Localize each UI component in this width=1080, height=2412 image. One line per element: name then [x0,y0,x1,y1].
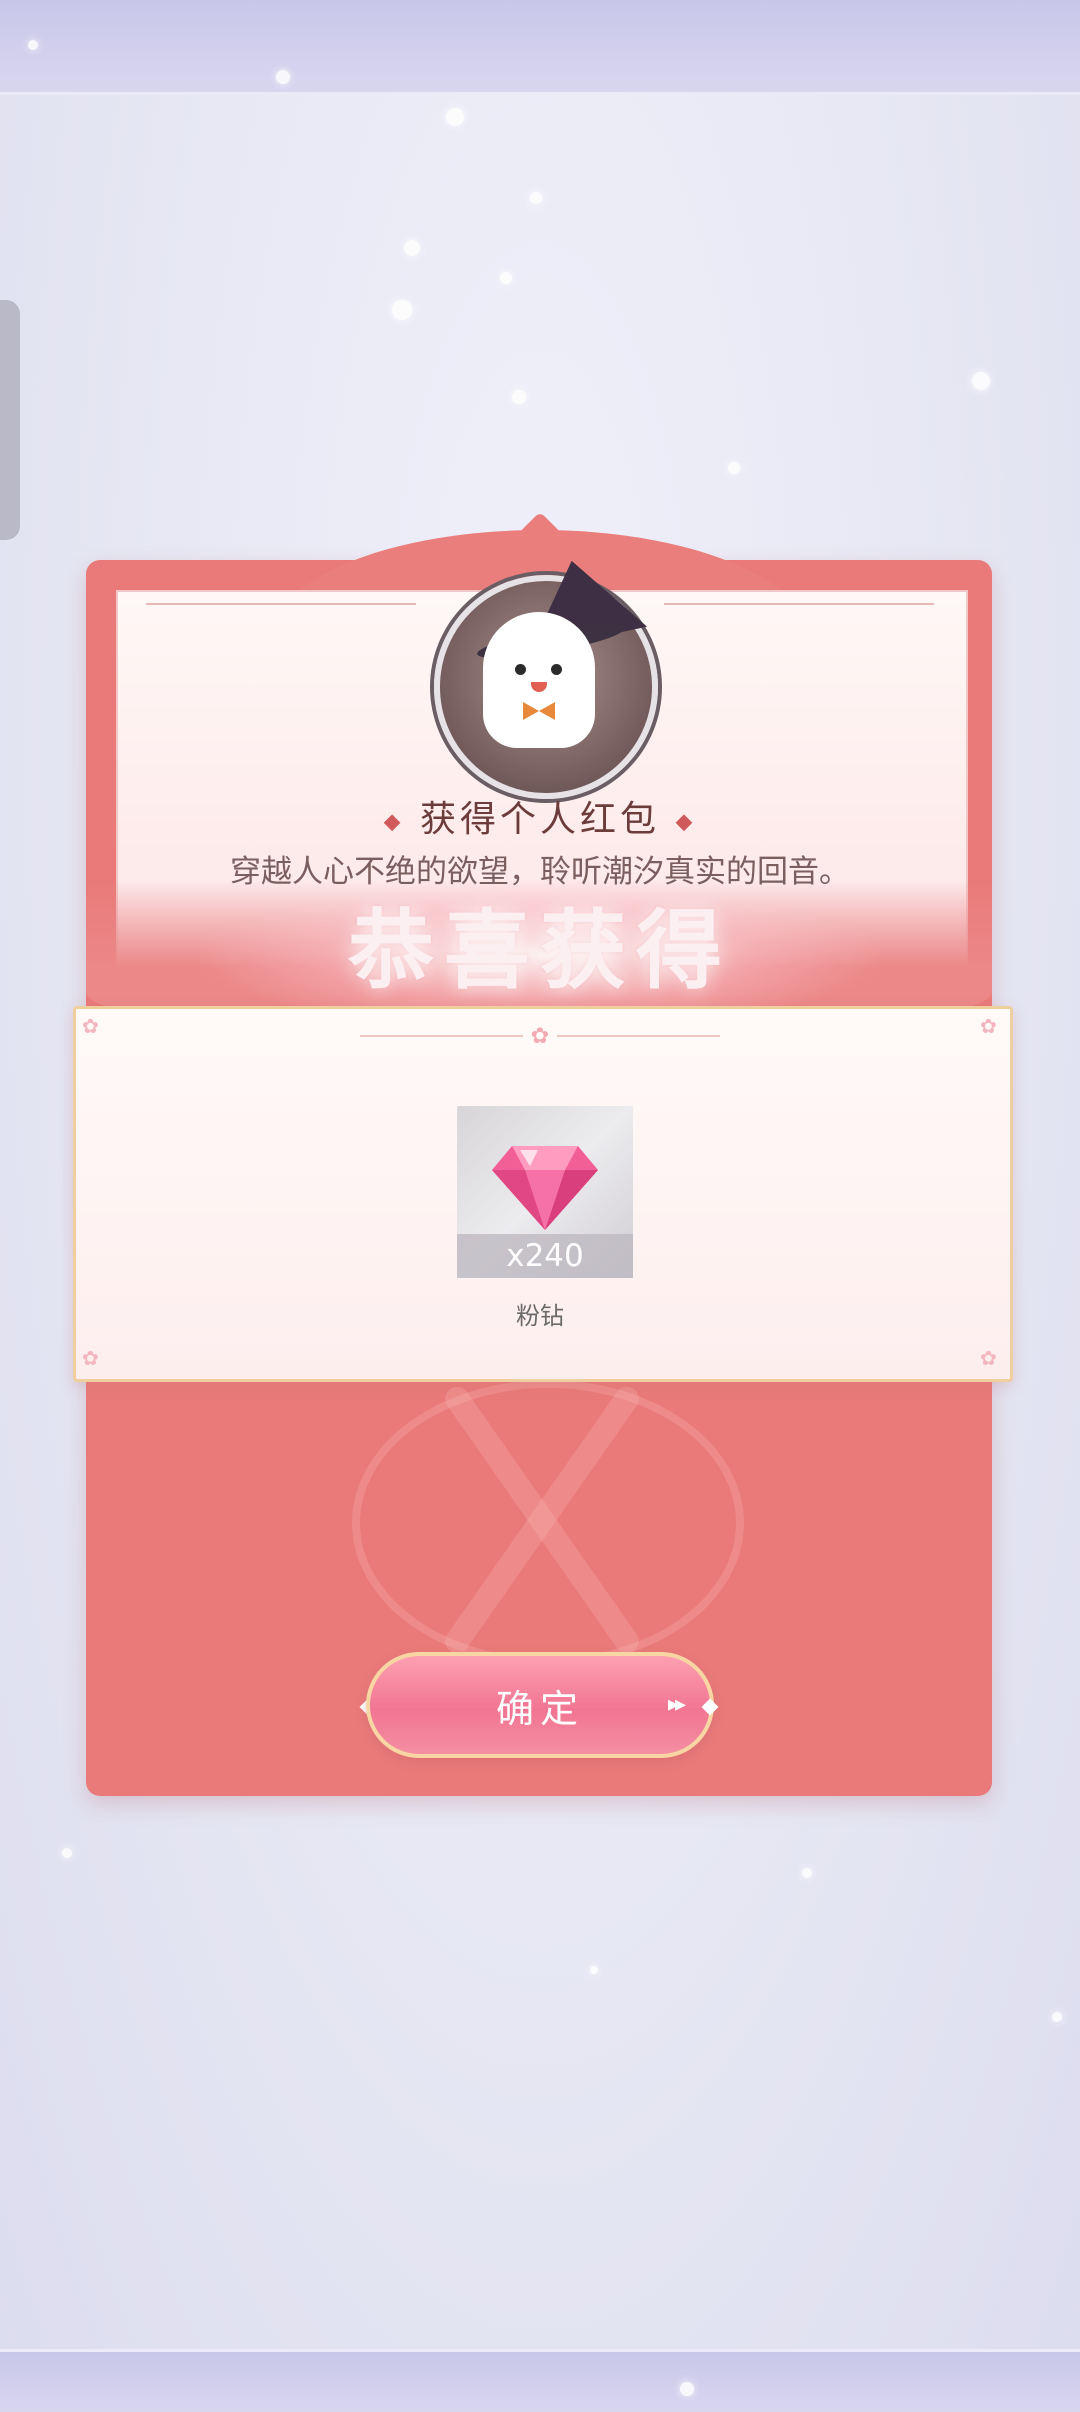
congrats-banner: 恭喜获得 [348,900,732,1001]
sparkle [500,272,512,284]
sparkle [728,462,740,474]
sparkle [404,240,420,256]
sparkle [62,1848,72,1858]
sparkle [590,1966,598,1974]
pink-diamond-icon [492,1146,598,1230]
dialog-title: ◆ 获得个人红包 ◆ [0,790,1080,842]
reward-name: 粉钻 [516,1302,564,1330]
sparkle [446,108,464,126]
letter-divider-right [664,603,934,605]
letter-divider-left [146,603,416,605]
sparkle [972,372,990,390]
ghost-mascot-icon [483,612,595,748]
diamond-ornament-icon: ◆ [675,809,697,835]
diamond-ornament-icon: ◆ [383,809,405,835]
sparkle [276,70,290,84]
button-right-arrows-icon: ▸▸ [668,1692,686,1717]
corner-flower-icon: ✿ [980,1346,997,1370]
sparkle [392,300,412,320]
sparkle [512,390,526,404]
confirm-button[interactable]: 确定 [366,1652,714,1758]
dialog-title-text: 获得个人红包 [419,799,660,840]
corner-flower-icon: ✿ [82,1014,99,1038]
flower-icon: ✿ [530,1023,550,1049]
side-pull-tab[interactable] [0,300,20,540]
sparkle [802,1868,812,1878]
corner-flower-icon: ✿ [82,1346,99,1370]
corner-flower-icon: ✿ [980,1014,997,1038]
sparkle [530,192,542,204]
top-decorative-band [0,0,1080,95]
card-ornament: ✿ [360,1024,720,1049]
reward-quantity: x240 [457,1234,633,1278]
sparkle [28,40,38,50]
sparkle [1052,2012,1062,2022]
sparkle [680,2382,694,2396]
bottom-decorative-band [0,2349,1080,2412]
